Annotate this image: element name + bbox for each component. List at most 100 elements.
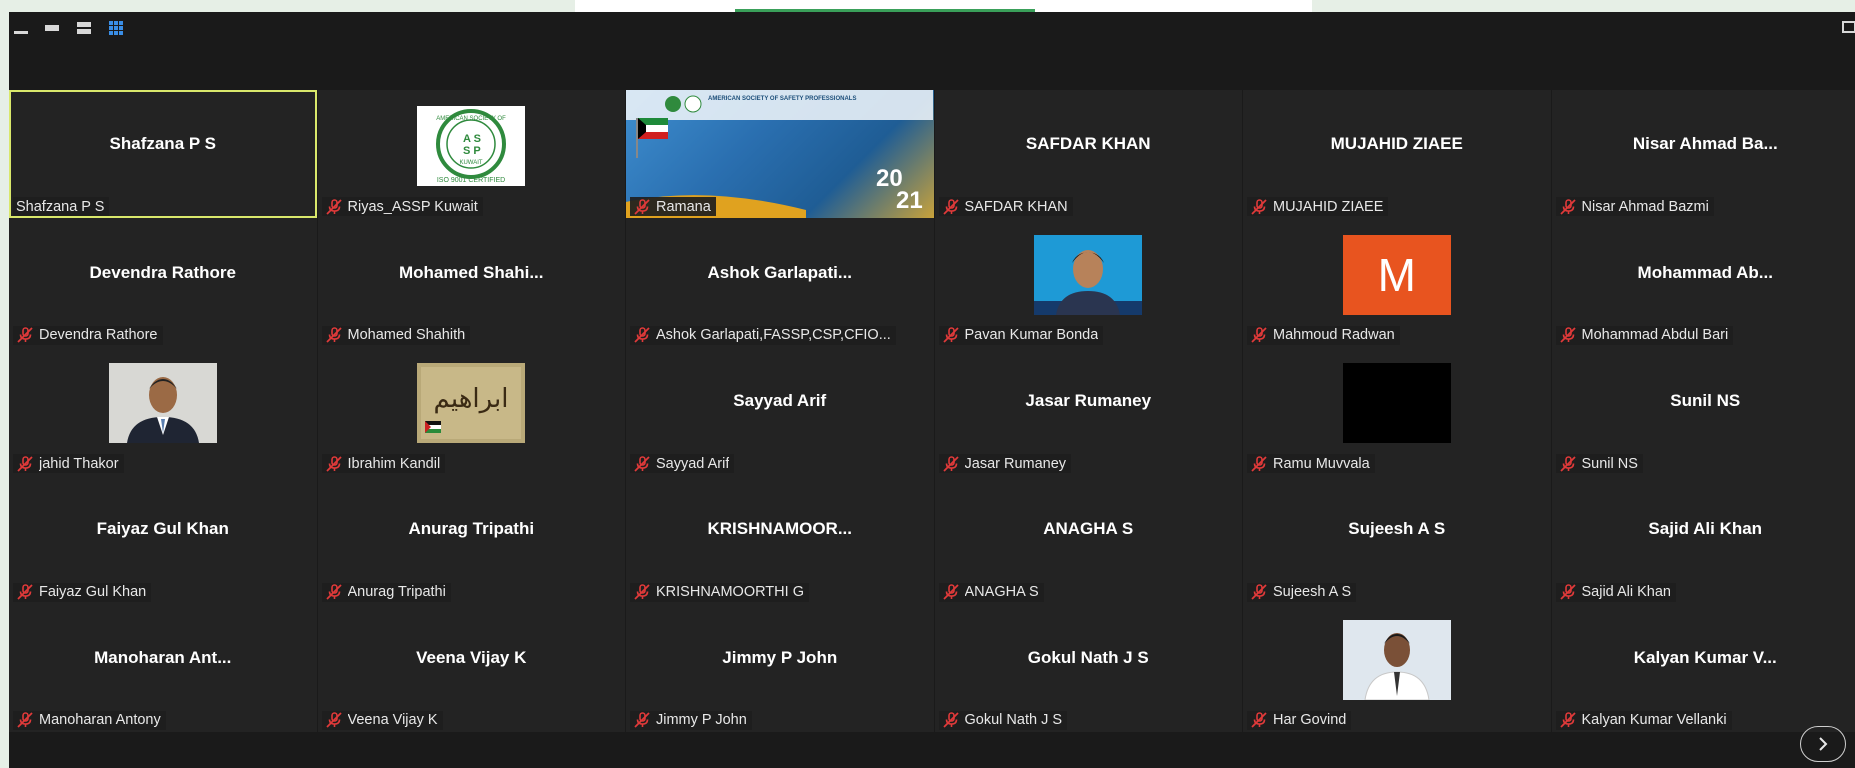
participant-tile[interactable]: Kalyan Kumar V... Kalyan Kumar Vellanki bbox=[1551, 603, 1855, 732]
muted-mic-icon bbox=[942, 199, 959, 215]
participant-tile[interactable]: Sunil NS Sunil NS bbox=[1551, 346, 1855, 476]
participant-display-name: Manoharan Ant... bbox=[94, 647, 232, 667]
participant-name-label: Sujeesh A S bbox=[1247, 582, 1357, 602]
participant-display-name: Jimmy P John bbox=[722, 647, 838, 667]
stack-view-button[interactable] bbox=[74, 20, 94, 36]
participant-label-text: Jasar Rumaney bbox=[964, 455, 1067, 472]
participant-tile[interactable]: Jimmy P John Jimmy P John bbox=[626, 603, 934, 732]
participant-tile[interactable]: Har Govind bbox=[1243, 603, 1551, 732]
muted-mic-icon bbox=[1559, 327, 1576, 343]
participant-label-text: Mahmoud Radwan bbox=[1273, 327, 1395, 344]
participant-display-name: Jasar Rumaney bbox=[1025, 390, 1152, 410]
gallery-view-icon bbox=[109, 21, 123, 35]
participant-name-label: Pavan Kumar Bonda bbox=[938, 325, 1104, 345]
muted-mic-icon bbox=[1251, 327, 1267, 343]
svg-text:A S: A S bbox=[463, 133, 481, 145]
participant-tile[interactable]: Faiyaz Gul Khan Faiyaz Gul Khan bbox=[9, 475, 317, 604]
participant-name-label: Ramana bbox=[630, 197, 716, 217]
participant-label-text: Mohamed Shahith bbox=[347, 327, 466, 344]
participant-tile[interactable]: jahid Thakor bbox=[9, 346, 317, 476]
participant-grid: Shafzana P S Shafzana P S AMERICAN SOCIETY… bbox=[9, 90, 1855, 732]
participant-tile[interactable]: Ashok Garlapati... Ashok Garlapati,FASSP,… bbox=[626, 218, 934, 347]
participant-name-label: Ashok Garlapati,FASSP,CSP,CFIO... bbox=[630, 325, 896, 345]
participant-name-label: KRISHNAMOORTHI G bbox=[630, 582, 809, 602]
muted-mic-icon bbox=[942, 327, 959, 343]
participant-name-label: Jasar Rumaney bbox=[938, 454, 1072, 474]
participant-tile[interactable]: Gokul Nath J S Gokul Nath J S bbox=[934, 603, 1242, 732]
participant-display-name: Sayyad Arif bbox=[733, 390, 827, 410]
muted-mic-icon bbox=[634, 199, 650, 215]
participant-tile[interactable]: MUJAHID ZIAEE MUJAHID ZIAEE bbox=[1243, 90, 1551, 219]
participant-label-text: Ramu Muvvala bbox=[1273, 455, 1370, 472]
participant-tile[interactable]: Sujeesh A S Sujeesh A S bbox=[1243, 475, 1551, 604]
participant-label-text: Devendra Rathore bbox=[39, 327, 158, 344]
muted-mic-icon bbox=[634, 584, 650, 600]
participant-display-name: Ashok Garlapati... bbox=[707, 262, 853, 282]
participant-display-name: Shafzana P S bbox=[109, 134, 216, 154]
participant-label-text: Mohammad Abdul Bari bbox=[1581, 327, 1729, 344]
next-page-button[interactable] bbox=[1800, 726, 1846, 762]
participant-tile[interactable]: Manoharan Ant... Manoharan Antony bbox=[9, 603, 317, 732]
participant-name-label: Faiyaz Gul Khan bbox=[13, 582, 152, 602]
strip-view-button[interactable] bbox=[42, 20, 62, 36]
participant-tile[interactable]: AMERICAN SOCIETY OF SAFETY PROFESSIONALS… bbox=[626, 90, 934, 219]
participant-tile[interactable]: Anurag Tripathi Anurag Tripathi bbox=[317, 475, 625, 604]
participant-name-label: Devendra Rathore bbox=[13, 325, 163, 345]
muted-mic-icon bbox=[1559, 584, 1576, 600]
participant-tile[interactable]: Sayyad Arif Sayyad Arif bbox=[626, 346, 934, 476]
participant-name-label: Veena Vijay K bbox=[321, 710, 443, 730]
muted-mic-icon bbox=[325, 327, 342, 343]
muted-mic-icon bbox=[325, 455, 342, 472]
muted-mic-icon bbox=[1559, 199, 1576, 215]
profile-photo bbox=[108, 362, 217, 443]
participant-tile[interactable]: Mohamed Shahi... Mohamed Shahith bbox=[317, 218, 625, 347]
muted-mic-icon bbox=[1251, 584, 1267, 600]
participant-tile[interactable]: M Mahmoud Radwan bbox=[1243, 218, 1551, 347]
participant-tile[interactable]: KRISHNAMOOR... KRISHNAMOORTHI G bbox=[626, 475, 934, 604]
muted-mic-icon bbox=[942, 455, 959, 472]
participant-display-name: Mohammad Ab... bbox=[1637, 262, 1773, 282]
muted-mic-icon bbox=[325, 712, 342, 729]
participant-tile[interactable]: ابراهيم Ibrahim Kandil bbox=[317, 346, 625, 476]
strip-view-icon bbox=[45, 25, 59, 31]
participant-name-label: Nisar Ahmad Bazmi bbox=[1555, 197, 1714, 217]
participant-tile[interactable]: Mohammad Ab... Mohammad Abdul Bari bbox=[1551, 218, 1855, 347]
participant-label-text: Sayyad Arif bbox=[656, 455, 730, 472]
exit-fullscreen-icon[interactable] bbox=[1841, 20, 1855, 34]
arabic-calligraphy-logo: ابراهيم bbox=[417, 362, 526, 443]
participant-label-text: jahid Thakor bbox=[39, 455, 119, 472]
participant-tile[interactable]: Shafzana P S Shafzana P S bbox=[9, 90, 317, 219]
meeting-gallery-window: Shafzana P S Shafzana P S AMERICAN SOCIETY… bbox=[9, 12, 1855, 768]
participant-display-name: Faiyaz Gul Khan bbox=[96, 519, 229, 539]
participant-tile[interactable]: SAFDAR KHAN SAFDAR KHAN bbox=[934, 90, 1242, 219]
participant-tile[interactable]: Pavan Kumar Bonda bbox=[934, 218, 1242, 347]
minimize-view-button[interactable] bbox=[11, 20, 31, 36]
participant-label-text: KRISHNAMOORTHI G bbox=[656, 584, 804, 601]
muted-mic-icon bbox=[942, 584, 959, 600]
participant-tile[interactable]: Jasar Rumaney Jasar Rumaney bbox=[934, 346, 1242, 476]
participant-label-text: Har Govind bbox=[1273, 712, 1347, 729]
participant-tile[interactable]: AMERICAN SOCIETY OF A SS P KUWAIT ISO 9001 … bbox=[317, 90, 625, 219]
participant-display-name: Anurag Tripathi bbox=[408, 519, 535, 539]
participant-tile[interactable]: Ramu Muvvala bbox=[1243, 346, 1551, 476]
participant-tile[interactable]: Devendra Rathore Devendra Rathore bbox=[9, 218, 317, 347]
participant-label-text: SAFDAR KHAN bbox=[964, 198, 1068, 215]
participant-tile[interactable]: Veena Vijay K Veena Vijay K bbox=[317, 603, 625, 732]
participant-name-label: Riyas_ASSP Kuwait bbox=[321, 197, 483, 217]
muted-mic-icon bbox=[1559, 712, 1576, 729]
participant-label-text: Ibrahim Kandil bbox=[347, 455, 441, 472]
letter-avatar: M bbox=[1342, 234, 1451, 315]
participant-name-label: Mahmoud Radwan bbox=[1247, 325, 1400, 345]
muted-mic-icon bbox=[1251, 199, 1267, 215]
participant-display-name: KRISHNAMOOR... bbox=[707, 519, 853, 539]
participant-name-label: Sunil NS bbox=[1555, 454, 1643, 474]
participant-tile[interactable]: Nisar Ahmad Ba... Nisar Ahmad Bazmi bbox=[1551, 90, 1855, 219]
avatar-letter: M bbox=[1377, 248, 1416, 301]
participant-label-text: Nisar Ahmad Bazmi bbox=[1581, 198, 1709, 215]
participant-name-label: Sajid Ali Khan bbox=[1555, 582, 1676, 602]
participant-label-text: Jimmy P John bbox=[656, 712, 747, 729]
participant-name-label: MUJAHID ZIAEE bbox=[1247, 197, 1389, 217]
participant-tile[interactable]: Sajid Ali Khan Sajid Ali Khan bbox=[1551, 475, 1855, 604]
gallery-view-button[interactable] bbox=[106, 20, 126, 36]
participant-tile[interactable]: ANAGHA S ANAGHA S bbox=[934, 475, 1242, 604]
